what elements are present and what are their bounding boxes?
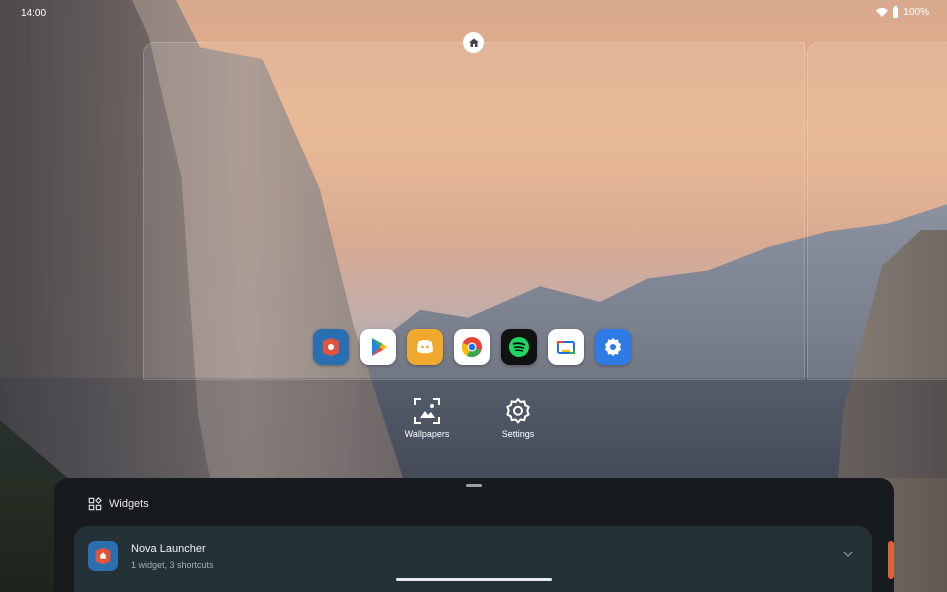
sheet-drag-handle[interactable]: [466, 484, 482, 487]
chrome-icon[interactable]: [454, 329, 490, 365]
dock: [313, 329, 631, 365]
widgets-sheet-header: Widgets: [88, 497, 149, 511]
workspace-preview-next[interactable]: [807, 42, 947, 380]
settings-label: Settings: [501, 429, 535, 439]
widgets-sheet-title: Widgets: [109, 498, 149, 510]
spotify-icon[interactable]: [501, 329, 537, 365]
battery-icon: [893, 5, 899, 18]
widget-app-nova-launcher[interactable]: Nova Launcher 1 widget, 3 shortcuts: [74, 526, 872, 592]
discord-icon[interactable]: [407, 329, 443, 365]
options-strip: [0, 378, 947, 478]
nova-launcher-icon[interactable]: [313, 329, 349, 365]
widgets-icon: [88, 497, 102, 511]
meet-icon[interactable]: [548, 329, 584, 365]
nova-launcher-icon: [88, 541, 118, 571]
home-icon: [468, 38, 479, 47]
status-icons: 100%: [876, 5, 929, 18]
widgets-sheet: Widgets Nova Launcher 1 widget, 3 shortc…: [54, 478, 894, 592]
chevron-down-icon[interactable]: [842, 548, 854, 560]
wallpapers-button[interactable]: Wallpapers: [392, 396, 462, 439]
widget-app-name: Nova Launcher: [131, 543, 206, 555]
gesture-navigation-bar[interactable]: [396, 578, 552, 581]
wifi-icon: [876, 8, 889, 17]
status-bar: 14:00 100%: [0, 0, 947, 26]
gear-icon: [506, 397, 530, 424]
widgets-scrollbar[interactable]: [888, 541, 894, 579]
widget-app-summary: 1 widget, 3 shortcuts: [131, 560, 214, 570]
home-settings-button[interactable]: Settings: [483, 396, 553, 439]
home-page-indicator[interactable]: [463, 32, 484, 53]
wallpapers-label: Wallpapers: [404, 429, 450, 439]
play-store-icon[interactable]: [360, 329, 396, 365]
wallpapers-icon: [414, 398, 440, 424]
battery-percent: 100%: [903, 7, 929, 18]
settings-app-icon[interactable]: [595, 329, 631, 365]
status-time: 14:00: [21, 8, 47, 19]
